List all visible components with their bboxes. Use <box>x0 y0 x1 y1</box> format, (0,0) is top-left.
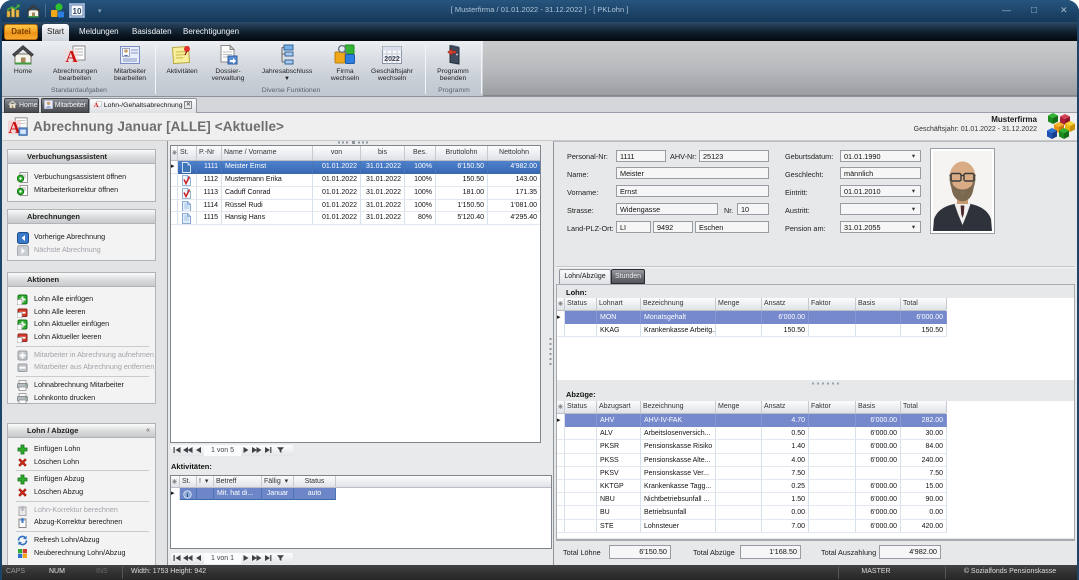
svg-text:i: i <box>187 491 189 498</box>
svg-text:2022: 2022 <box>384 56 400 63</box>
svg-text:A: A <box>94 102 99 109</box>
svg-text:10: 10 <box>73 7 82 16</box>
svg-text:A: A <box>65 47 78 66</box>
